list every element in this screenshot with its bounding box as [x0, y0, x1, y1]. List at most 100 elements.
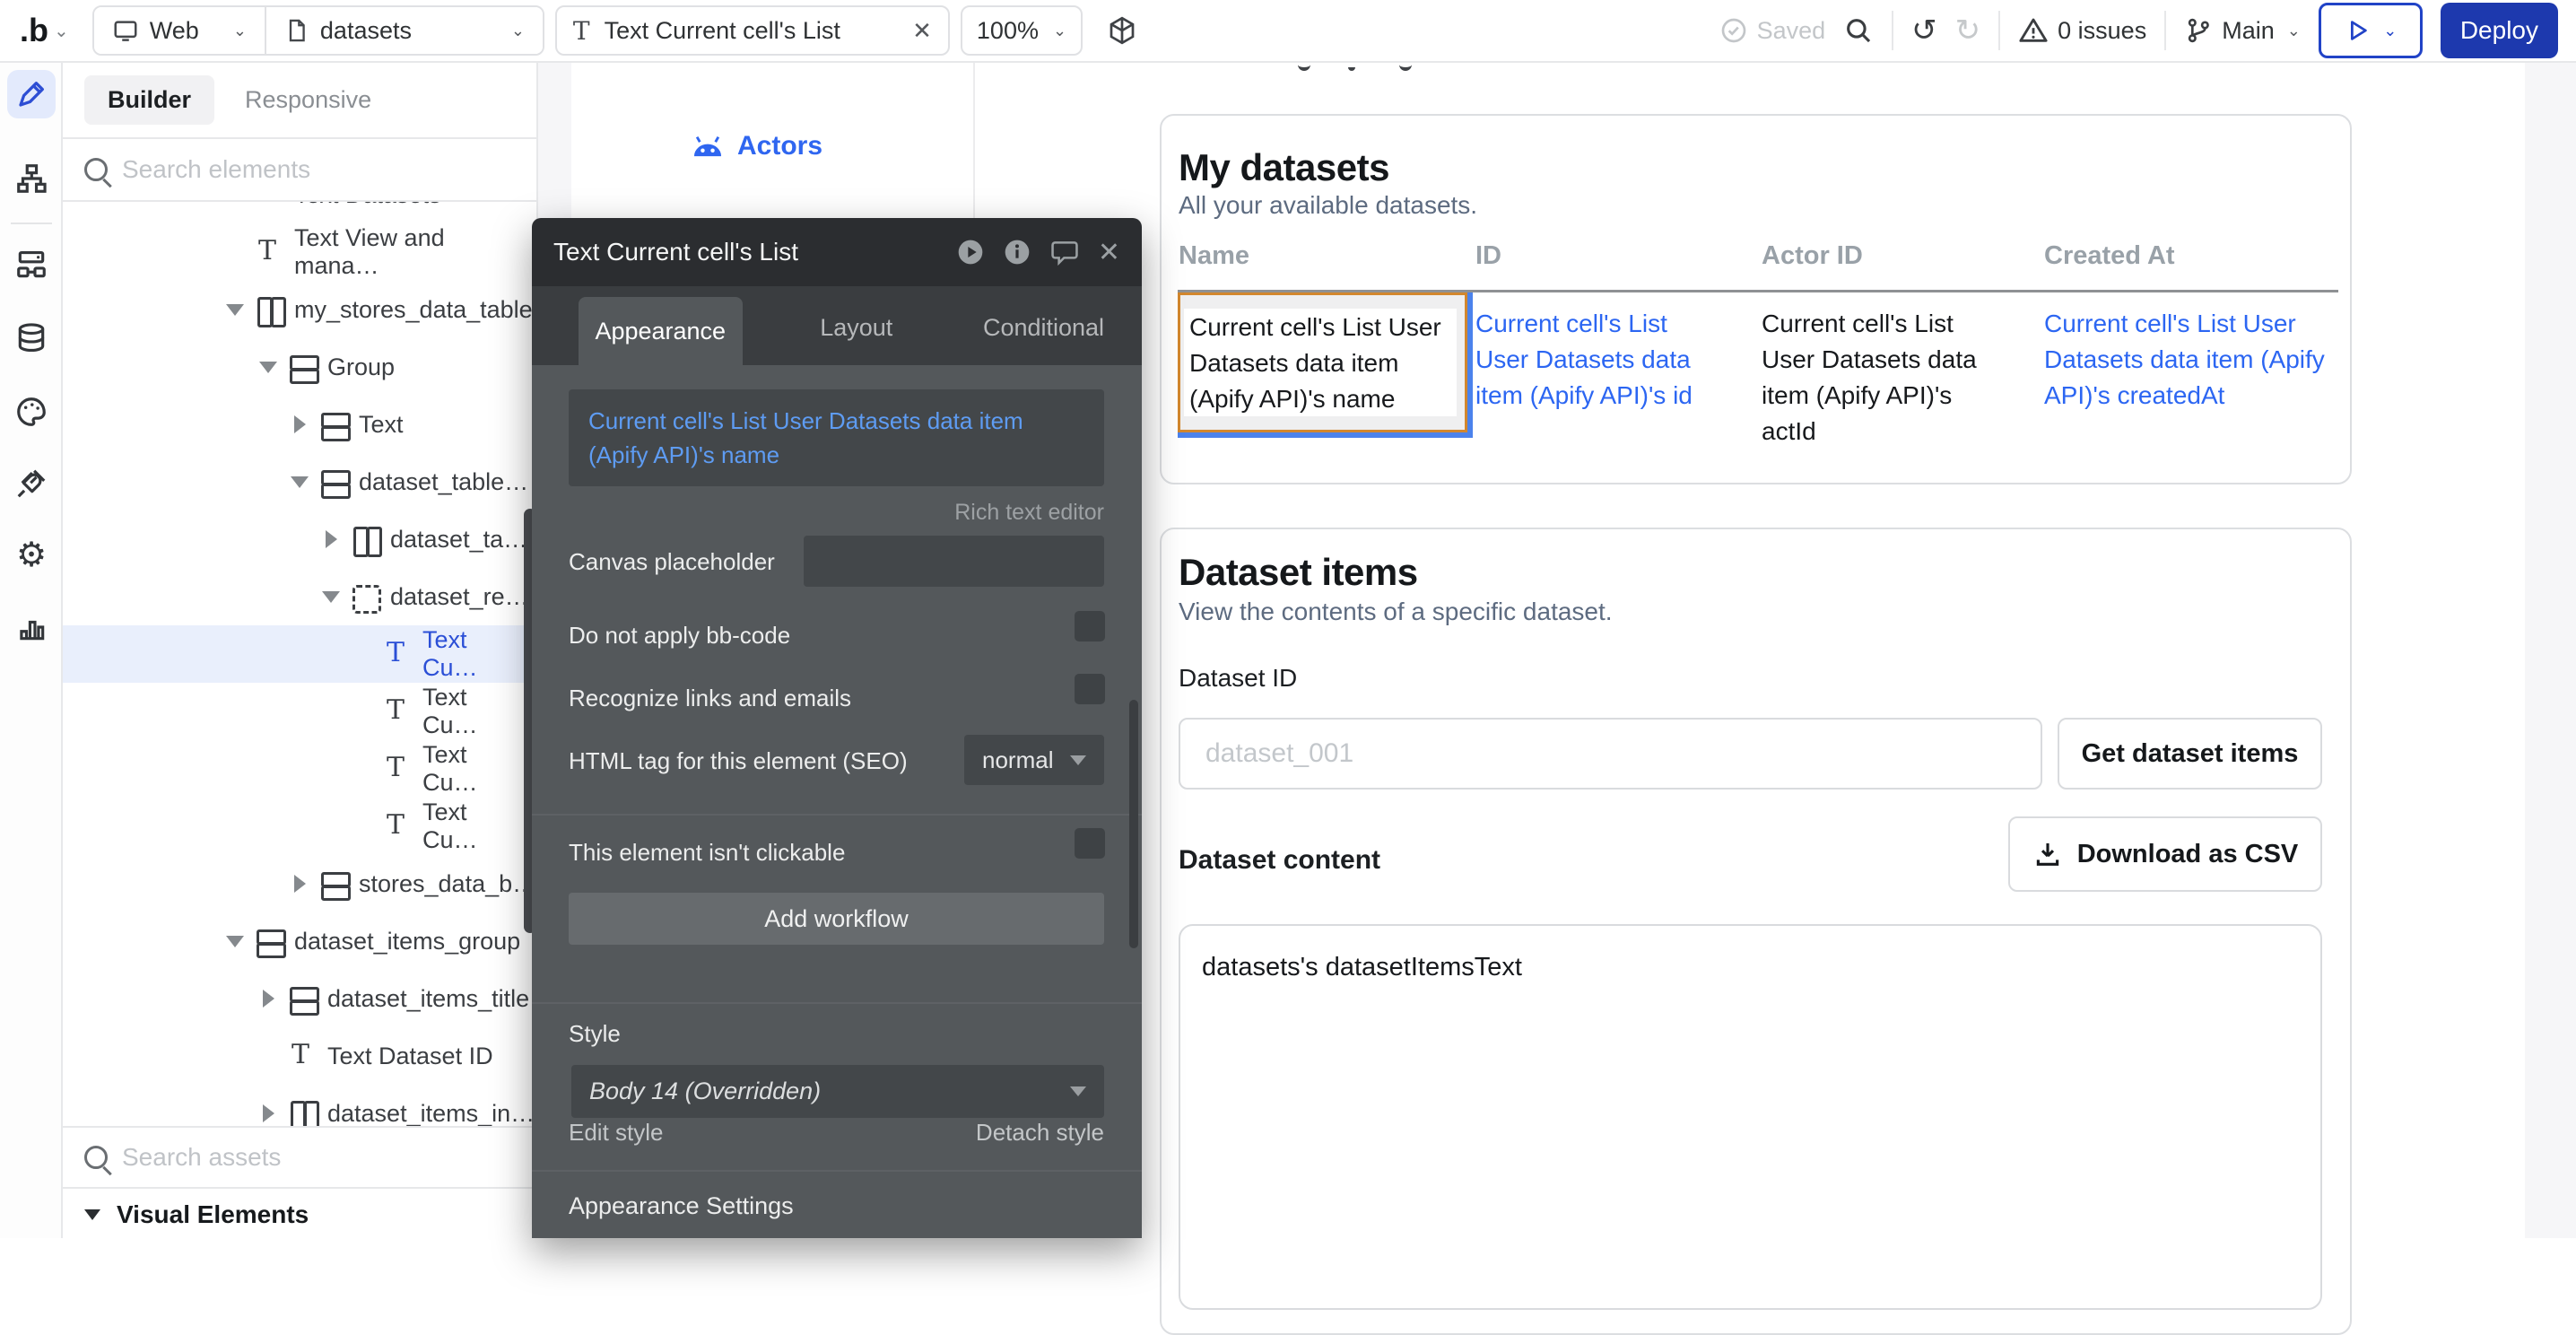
dataset-id-input[interactable] [1179, 718, 2042, 790]
logo-chevron-down-icon[interactable]: ⌄ [54, 20, 69, 42]
download-csv-button[interactable]: Download as CSV [2008, 816, 2322, 892]
tree-item[interactable]: stores_data_b… [63, 855, 525, 912]
tree-item[interactable]: Text Cu… [63, 740, 525, 798]
cell-actor-id-text[interactable]: Current cell's List User Datasets data i… [1762, 306, 2006, 449]
bb-code-checkbox[interactable] [1075, 611, 1105, 641]
tree-item[interactable]: dataset_table… [63, 453, 525, 510]
zoom-level: 100% [977, 17, 1039, 45]
style-dropdown[interactable]: Body 14 (Overridden) [571, 1065, 1104, 1118]
property-panel-body: Current cell's List User Datasets data i… [532, 365, 1142, 1238]
columns-element-icon [288, 1100, 317, 1126]
add-workflow-button[interactable]: Add workflow [569, 893, 1104, 945]
tree-item[interactable]: Group [63, 338, 525, 396]
design-tab[interactable] [7, 70, 56, 118]
columns-element-icon [255, 296, 283, 323]
branch-chevron-down-icon: ⌄ [2287, 22, 2301, 40]
issues-indicator[interactable]: 0 issues [2018, 15, 2146, 46]
group-element-icon [319, 411, 348, 438]
component-library-icon[interactable] [1106, 14, 1138, 47]
not-clickable-label: This element isn't clickable [569, 839, 845, 867]
nav-item-actors[interactable]: Actors [691, 131, 822, 161]
rich-text-value-box[interactable]: Current cell's List User Datasets data i… [569, 389, 1104, 486]
settings-tab[interactable]: ⚙ [7, 531, 56, 580]
tree-item[interactable]: dataset_items_in… [63, 1085, 525, 1126]
tree-item[interactable]: Text Dataset ID [63, 1027, 525, 1085]
dataset-items-title: Dataset items [1179, 551, 1418, 594]
tree-item[interactable]: Text Cu… [63, 798, 525, 855]
selected-text-element-cell[interactable]: Current cell's List User Datasets data i… [1178, 292, 1467, 432]
search-icon [84, 1146, 108, 1169]
property-panel-header[interactable]: Text Current cell's List ✕ [532, 218, 1142, 286]
cell-id-text[interactable]: Current cell's List User Datasets data i… [1475, 306, 1710, 414]
canvas-placeholder-input[interactable] [804, 536, 1104, 587]
tree-item[interactable]: dataset_items_group [63, 912, 525, 970]
text-element-icon [288, 1043, 317, 1069]
branch-selector[interactable]: Main ⌄ [2184, 16, 2301, 45]
play-icon[interactable] [956, 238, 985, 266]
tab-appearance[interactable]: Appearance [579, 297, 743, 365]
redo-icon[interactable]: ↻ [1955, 15, 1981, 46]
page-icon [284, 17, 309, 44]
save-status: Saved [1719, 16, 1826, 45]
dataset-content-box: datasets's datasetItemsText [1179, 924, 2322, 1310]
tab-builder[interactable]: Builder [84, 75, 214, 125]
detach-style-link[interactable]: Detach style [976, 1119, 1104, 1147]
visual-elements-section[interactable]: Visual Elements [63, 1191, 536, 1238]
my-datasets-card: My datasets All your available datasets.… [1160, 114, 2352, 484]
tree-item[interactable]: Text [63, 396, 525, 453]
tab-conditional[interactable]: Conditional [945, 314, 1142, 365]
element-tab[interactable]: T Text Current cell's List ✕ [555, 5, 950, 56]
rich-text-editor-link[interactable]: Rich text editor [954, 500, 1104, 526]
tree-item[interactable]: Text View and mana… [63, 223, 525, 281]
styles-tab[interactable] [7, 388, 56, 436]
page-label: datasets [320, 17, 412, 45]
search-icon[interactable] [1843, 15, 1874, 46]
comment-icon[interactable] [1049, 237, 1080, 267]
cell-name-text: Current cell's List User Datasets data i… [1184, 309, 1457, 417]
text-element-icon [383, 755, 412, 782]
recognize-links-checkbox[interactable] [1075, 674, 1105, 704]
gear-icon: ⚙ [16, 538, 47, 572]
close-icon[interactable]: ✕ [1098, 237, 1120, 268]
saved-label: Saved [1757, 17, 1826, 45]
plugins-tab[interactable] [7, 459, 56, 508]
components-tab[interactable] [7, 240, 56, 289]
platform-selector[interactable]: Web ⌄ [94, 7, 265, 54]
not-clickable-checkbox[interactable] [1075, 828, 1105, 859]
get-dataset-items-button[interactable]: Get dataset items [2058, 718, 2322, 790]
html-tag-dropdown[interactable]: normal [964, 735, 1104, 785]
preview-button[interactable]: ⌄ [2319, 3, 2423, 58]
page-selector[interactable]: datasets ⌄ [265, 7, 543, 54]
column-header-actor-id: Actor ID [1762, 241, 1863, 271]
close-tab-icon[interactable]: ✕ [912, 17, 932, 45]
tree-item[interactable]: dataset_ta… [63, 510, 525, 568]
tree-item[interactable]: dataset_items_title [63, 970, 525, 1027]
undo-icon[interactable]: ↺ [1911, 15, 1937, 46]
divider [532, 814, 1142, 816]
tab-responsive[interactable]: Responsive [245, 86, 371, 114]
dataset-items-card: Dataset items View the contents of a spe… [1160, 528, 2352, 1335]
zoom-selector[interactable]: 100% ⌄ [961, 5, 1083, 56]
cell-created-at-text[interactable]: Current cell's List User Datasets data i… [2044, 306, 2329, 414]
tree-item-selected[interactable]: Text Cu… [63, 625, 525, 683]
chart-icon [14, 610, 48, 644]
workflow-tab[interactable] [7, 154, 56, 203]
tree-item[interactable]: my_stores_data_table [63, 281, 525, 338]
edit-style-link[interactable]: Edit style [569, 1119, 664, 1147]
tree-item-label: dataset_re… [390, 583, 529, 611]
element-tab-label: Text Current cell's List [605, 17, 840, 45]
tree-item[interactable]: Text Datasets [63, 202, 525, 223]
search-elements-input[interactable] [122, 155, 481, 184]
data-tab[interactable] [7, 314, 56, 362]
logs-tab[interactable] [7, 603, 56, 651]
tree-item[interactable]: dataset_re… [63, 568, 525, 625]
panel-scrollbar[interactable] [1129, 700, 1138, 948]
group-element-icon [319, 468, 348, 495]
bubble-logo[interactable]: .b [20, 12, 48, 49]
tree-item[interactable]: Text Cu… [63, 683, 525, 740]
deploy-button[interactable]: Deploy [2441, 3, 2558, 58]
tab-layout[interactable]: Layout [775, 314, 939, 365]
search-assets-input[interactable] [122, 1143, 463, 1172]
info-icon[interactable] [1003, 238, 1031, 266]
plug-icon [14, 467, 48, 501]
